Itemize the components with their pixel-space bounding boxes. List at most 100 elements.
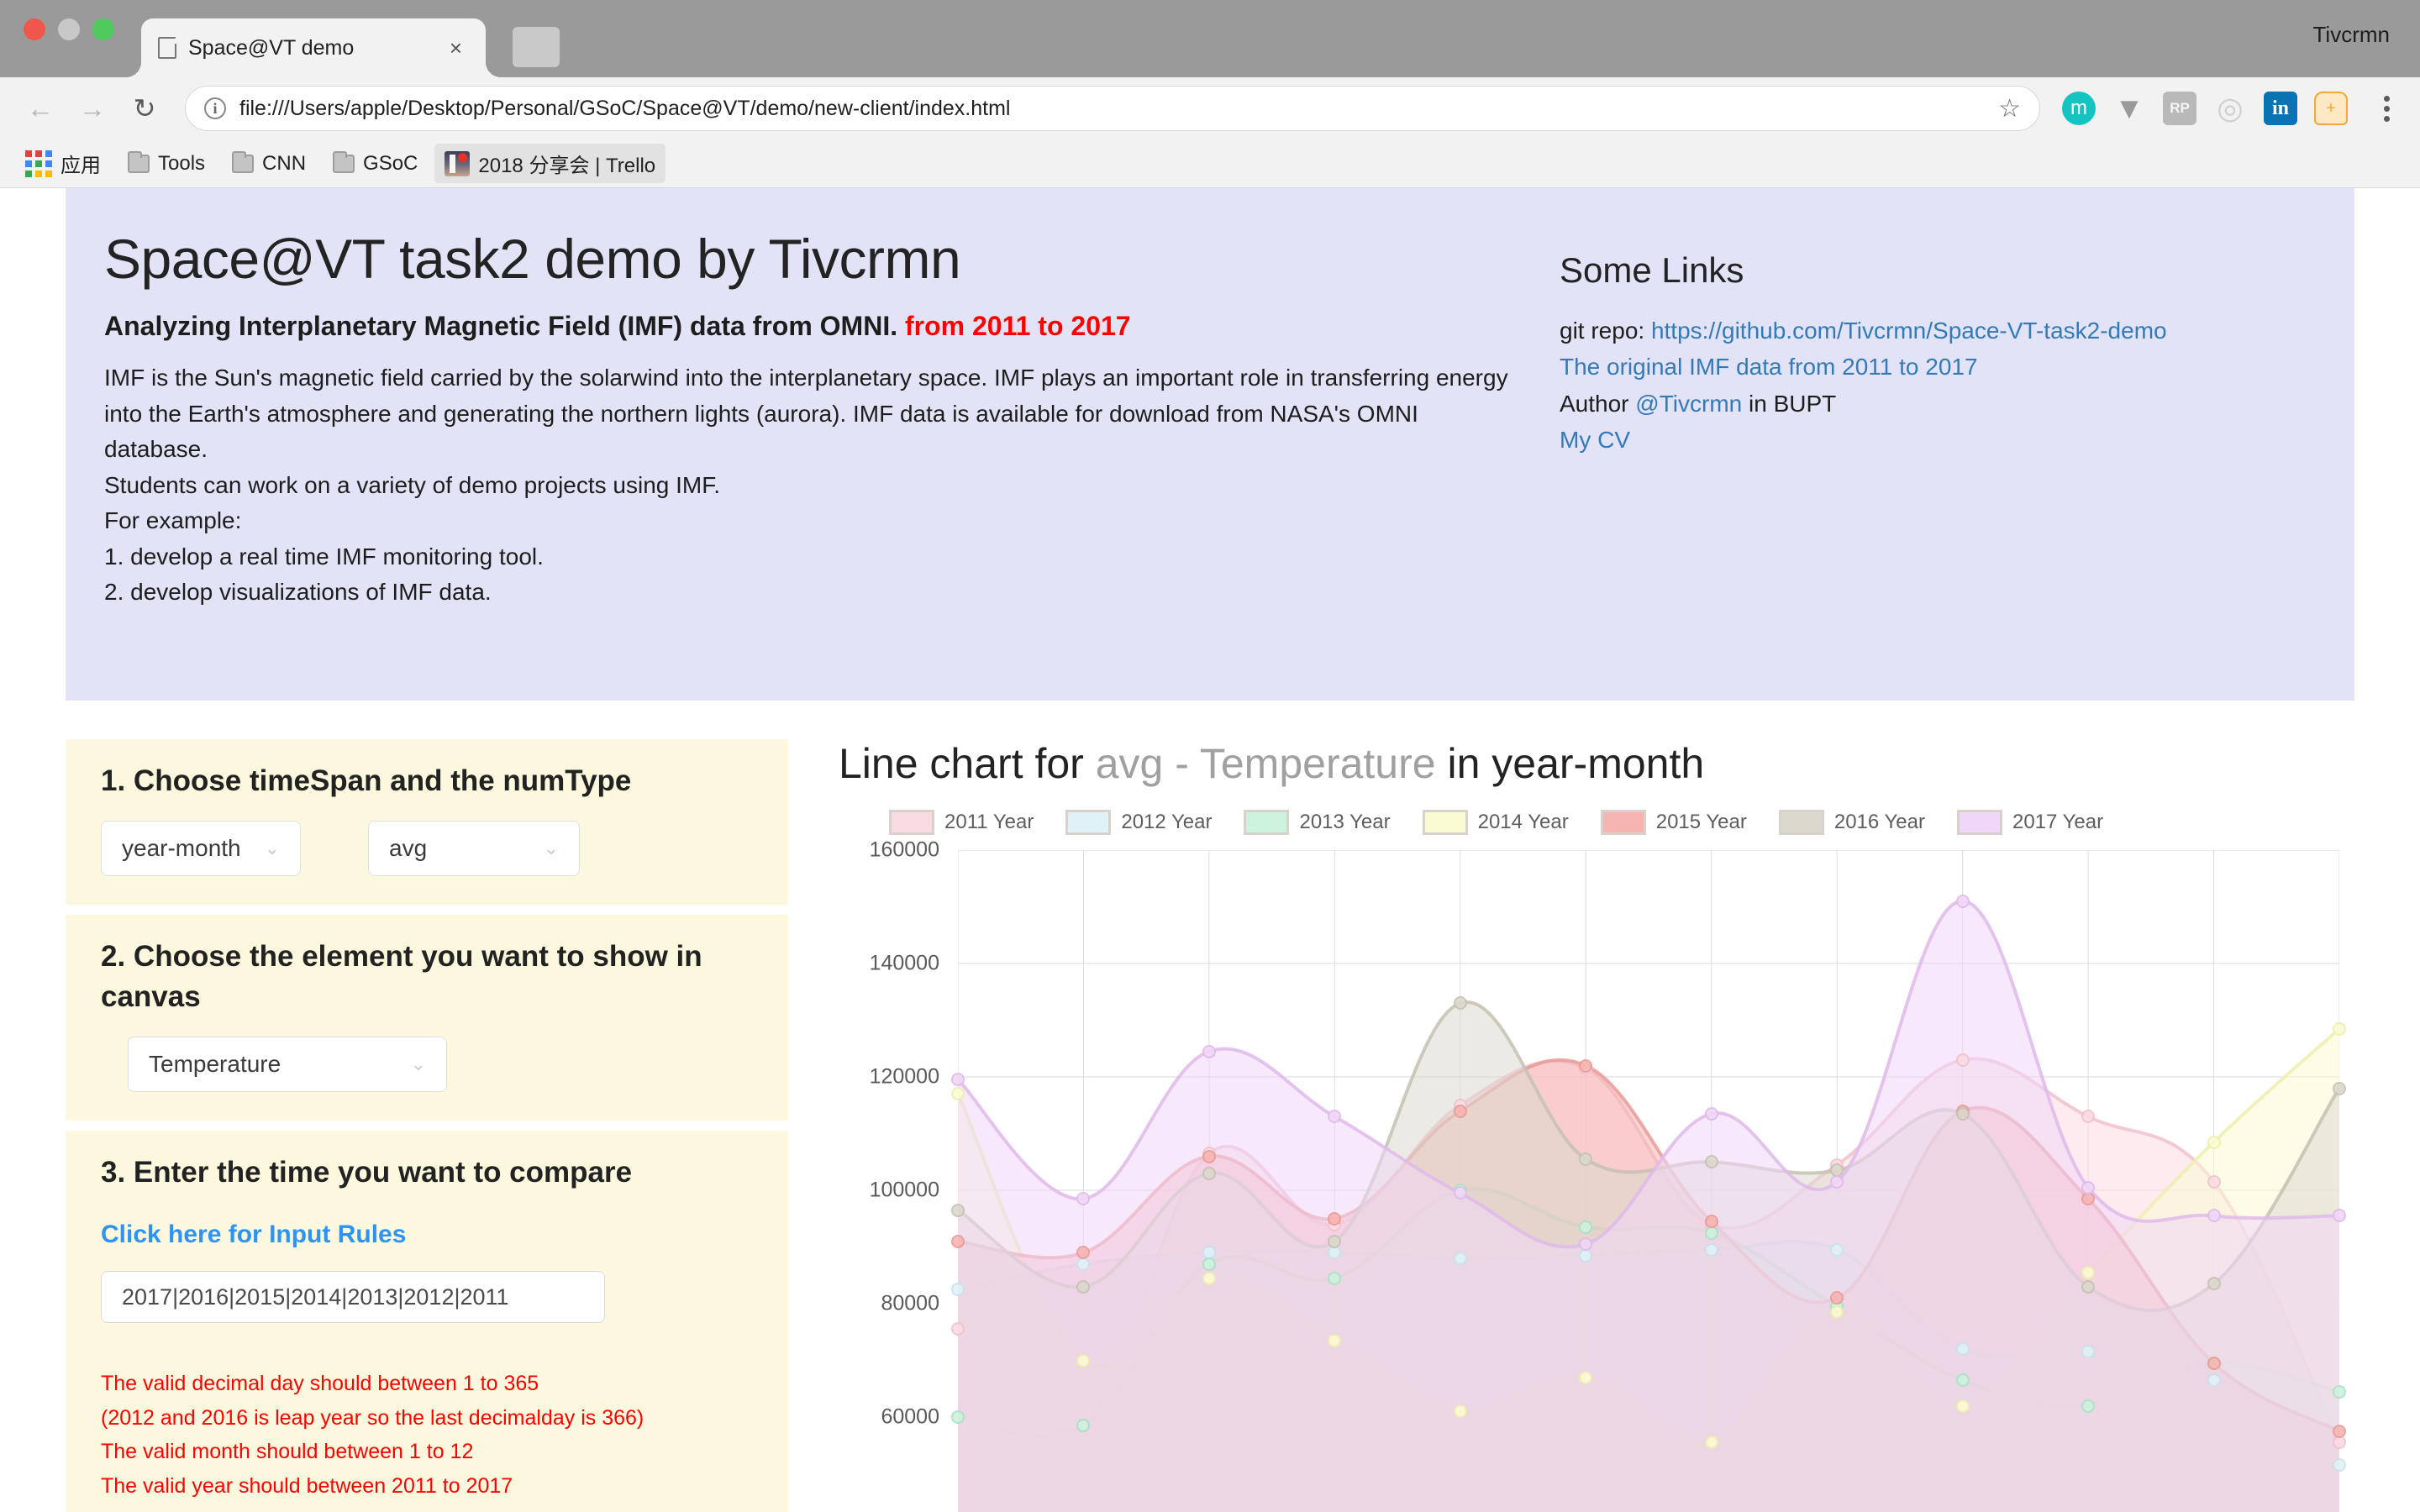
data-point[interactable]: [1453, 1186, 1467, 1200]
chart-legend[interactable]: 2011 Year 2012 Year 2013 Year 2014 Year 2015…: [839, 810, 2354, 835]
data-point[interactable]: [1704, 1215, 1718, 1229]
data-point[interactable]: [2081, 1399, 2096, 1413]
timespan-select[interactable]: year-month ⌄: [101, 821, 301, 877]
data-point[interactable]: [951, 1087, 965, 1101]
data-point[interactable]: [2333, 1021, 2346, 1036]
data-point[interactable]: [1328, 1110, 1342, 1124]
data-point[interactable]: [2333, 1209, 2346, 1223]
element-select[interactable]: Temperature ⌄: [128, 1036, 447, 1092]
data-point[interactable]: [1704, 1106, 1718, 1121]
data-point[interactable]: [1076, 1192, 1091, 1206]
numtype-select[interactable]: avg ⌄: [368, 821, 580, 877]
legend-item-2011-year[interactable]: 2011 Year: [889, 810, 1034, 835]
data-point[interactable]: [2207, 1356, 2221, 1370]
data-point[interactable]: [1955, 1342, 1970, 1356]
window-user-label[interactable]: Tivcrmn: [2313, 22, 2390, 48]
data-point[interactable]: [1955, 1373, 1970, 1388]
data-point[interactable]: [2081, 1279, 2096, 1294]
data-point[interactable]: [1076, 1353, 1091, 1368]
data-point[interactable]: [1955, 1106, 1970, 1121]
forward-icon[interactable]: →: [69, 85, 116, 132]
data-point[interactable]: [951, 1322, 965, 1336]
bookmark-cnn[interactable]: CNN: [222, 147, 316, 181]
toast-extension-icon[interactable]: +: [2314, 92, 2348, 125]
chart-canvas[interactable]: [951, 850, 2346, 1512]
close-window-button[interactable]: [24, 18, 45, 40]
browser-tab[interactable]: Space@VT demo ×: [126, 18, 501, 77]
data-point[interactable]: [2081, 1345, 2096, 1359]
data-point[interactable]: [1328, 1211, 1342, 1226]
data-point[interactable]: [1076, 1419, 1091, 1433]
legend-item-2017-year[interactable]: 2017 Year: [1956, 810, 2103, 835]
legend-item-2013-year[interactable]: 2013 Year: [1244, 810, 1391, 835]
data-point[interactable]: [1328, 1271, 1342, 1285]
minimize-window-button[interactable]: [58, 18, 80, 40]
bookmark-tools[interactable]: Tools: [118, 147, 215, 181]
reload-icon[interactable]: ↻: [121, 85, 168, 132]
data-point[interactable]: [2207, 1209, 2221, 1223]
legend-item-2014-year[interactable]: 2014 Year: [1422, 810, 1569, 835]
data-point[interactable]: [2081, 1265, 2096, 1279]
data-point[interactable]: [1579, 1058, 1593, 1073]
onenote-clipper-icon[interactable]: ◎: [2213, 91, 2247, 125]
data-point[interactable]: [1955, 1399, 1970, 1413]
bookmark-trello[interactable]: 2018 分享会 | Trello: [434, 144, 666, 183]
data-point[interactable]: [1202, 1044, 1216, 1058]
data-point[interactable]: [2207, 1277, 2221, 1291]
address-bar[interactable]: i file:///Users/apple/Desktop/Personal/G…: [185, 86, 2040, 131]
data-point[interactable]: [2081, 1110, 2096, 1124]
data-point[interactable]: [1328, 1333, 1342, 1347]
data-point[interactable]: [2333, 1384, 2346, 1399]
time-input[interactable]: [101, 1271, 605, 1323]
data-point[interactable]: [2333, 1424, 2346, 1438]
data-point[interactable]: [1579, 1220, 1593, 1234]
cv-link[interactable]: My CV: [1560, 427, 1630, 453]
input-rules-link[interactable]: Click here for Input Rules: [101, 1221, 753, 1249]
data-point[interactable]: [951, 1410, 965, 1424]
data-point[interactable]: [1704, 1436, 1718, 1450]
data-point[interactable]: [1830, 1174, 1844, 1189]
data-point[interactable]: [1202, 1149, 1216, 1163]
bookmark-gsoc[interactable]: GSoC: [323, 147, 428, 181]
data-point[interactable]: [951, 1234, 965, 1248]
legend-item-2015-year[interactable]: 2015 Year: [1600, 810, 1747, 835]
data-point[interactable]: [1453, 1104, 1467, 1118]
data-point[interactable]: [1704, 1155, 1718, 1169]
data-point[interactable]: [1328, 1234, 1342, 1248]
legend-item-2012-year[interactable]: 2012 Year: [1065, 810, 1212, 835]
data-point[interactable]: [1704, 1242, 1718, 1257]
data-point[interactable]: [2333, 1081, 2346, 1095]
data-point[interactable]: [2207, 1174, 2221, 1189]
legend-item-2016-year[interactable]: 2016 Year: [1778, 810, 1925, 835]
data-point[interactable]: [1076, 1279, 1091, 1294]
data-point[interactable]: [1202, 1166, 1216, 1180]
data-point[interactable]: [1955, 894, 1970, 908]
close-tab-icon[interactable]: ×: [443, 37, 469, 59]
bookmark-star-icon[interactable]: ☆: [1998, 94, 2021, 123]
vue-devtools-icon[interactable]: ▼: [2112, 92, 2146, 125]
data-point[interactable]: [2333, 1458, 2346, 1473]
data-point[interactable]: [1830, 1242, 1844, 1257]
bookmark-apps[interactable]: 应用: [15, 144, 111, 183]
data-point[interactable]: [1579, 1152, 1593, 1166]
data-point[interactable]: [951, 1283, 965, 1297]
data-point[interactable]: [1579, 1237, 1593, 1252]
data-point[interactable]: [1579, 1370, 1593, 1384]
data-point[interactable]: [1830, 1305, 1844, 1320]
data-point[interactable]: [951, 1203, 965, 1217]
git-repo-link[interactable]: https://github.com/Tivcrmn/Space-VT-task…: [1651, 318, 2167, 344]
new-tab-button[interactable]: [513, 27, 560, 67]
page-info-icon[interactable]: i: [204, 97, 226, 119]
data-point[interactable]: [1076, 1246, 1091, 1260]
momentum-extension-icon[interactable]: m: [2062, 92, 2096, 125]
data-point[interactable]: [1830, 1291, 1844, 1305]
data-point[interactable]: [2207, 1373, 2221, 1388]
linkedin-extension-icon[interactable]: in: [2264, 92, 2297, 125]
imf-data-link[interactable]: The original IMF data from 2011 to 2017: [1560, 354, 1978, 380]
data-point[interactable]: [2207, 1135, 2221, 1149]
data-point[interactable]: [1453, 1404, 1467, 1419]
back-icon[interactable]: ←: [17, 85, 64, 132]
data-point[interactable]: [1955, 1053, 1970, 1067]
author-link[interactable]: @Tivcrmn: [1635, 391, 1742, 417]
data-point[interactable]: [1453, 996, 1467, 1011]
